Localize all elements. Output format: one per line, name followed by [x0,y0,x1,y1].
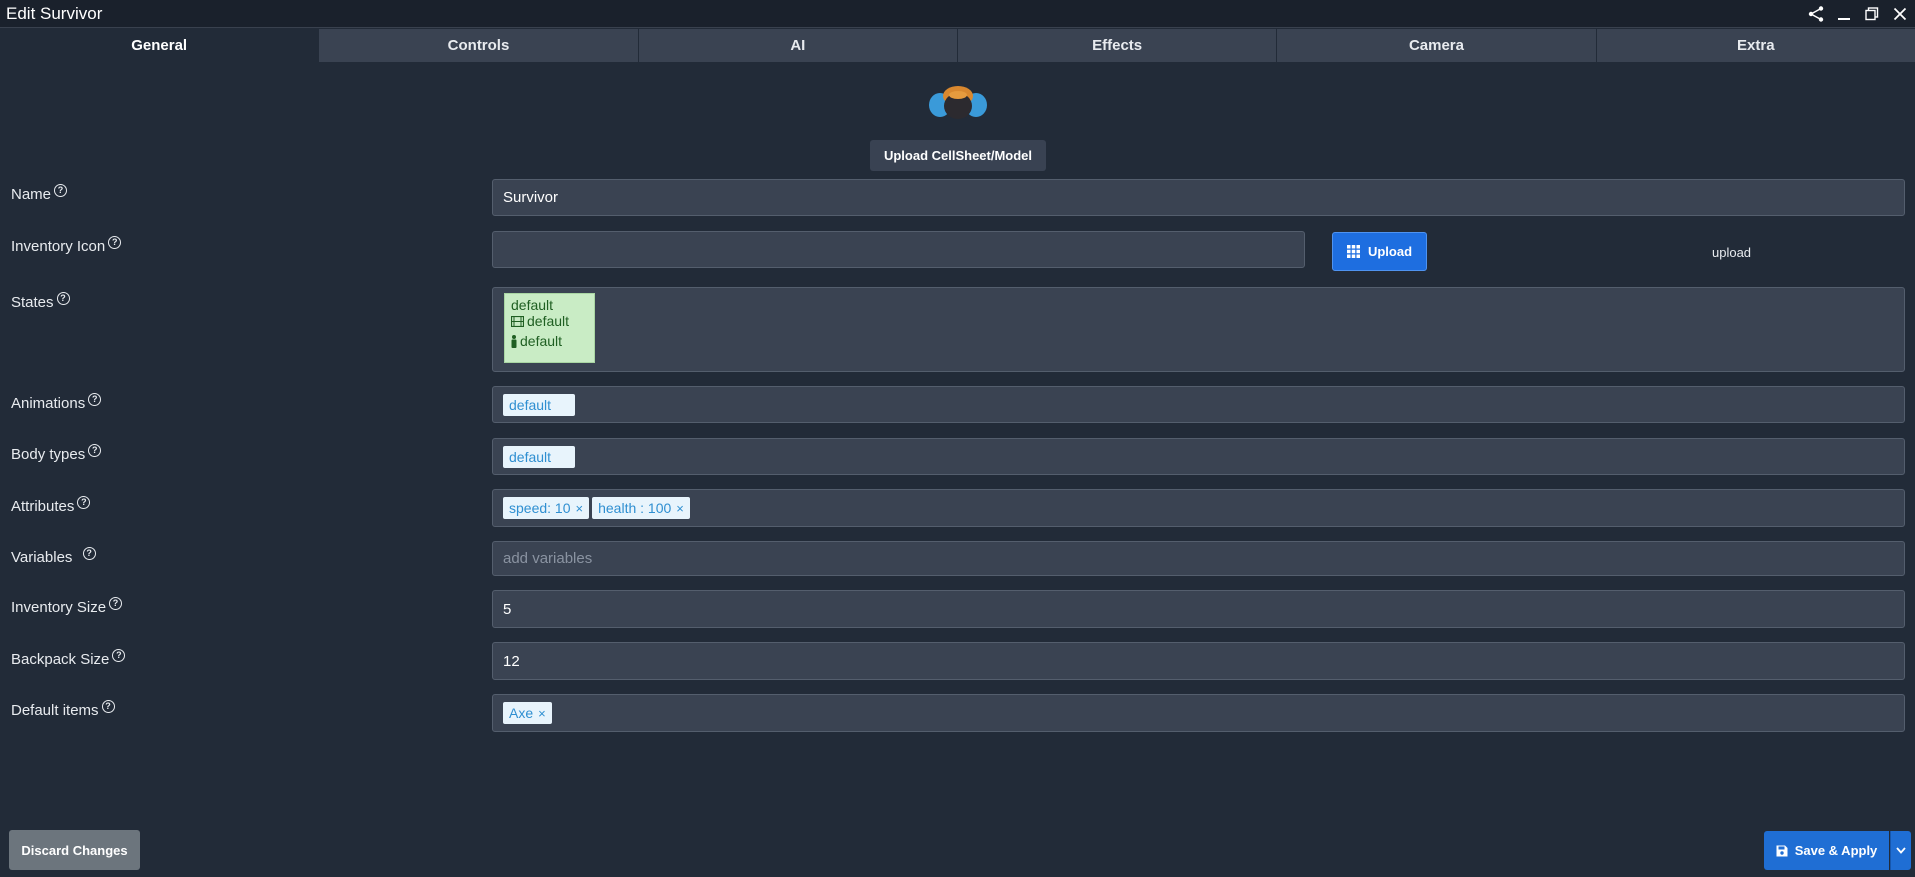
remove-icon[interactable]: × [538,706,546,721]
save-label: Save & Apply [1794,843,1878,858]
states-field[interactable]: default default default [492,287,1905,372]
help-icon[interactable]: ? [88,392,102,406]
attributes-field[interactable]: speed: 10 × health : 100 × [492,489,1905,527]
variables-label: Variables ? [11,546,96,567]
remove-icon[interactable]: × [676,501,684,516]
animations-field[interactable]: default [492,386,1905,423]
inventory-icon-field[interactable] [492,231,1305,268]
help-icon[interactable]: ? [56,291,70,305]
tab-camera[interactable]: Camera [1277,29,1597,62]
animation-chip[interactable]: default [503,393,575,416]
upload-label: Upload [1367,244,1413,259]
inventory-size-label: Inventory Size? [11,596,123,617]
film-icon [511,315,524,327]
save-options-dropdown[interactable] [1890,831,1911,870]
person-icon [511,334,517,348]
inventory-icon-label: Inventory Icon? [11,235,122,256]
backpack-size-input[interactable] [503,652,1904,670]
help-icon[interactable]: ? [109,596,123,610]
help-icon[interactable]: ? [101,699,115,713]
attributes-label: Attributes? [11,495,91,516]
backpack-size-label: Backpack Size? [11,648,126,669]
inventory-size-input[interactable] [503,600,1904,618]
states-label: States? [11,291,70,312]
survivor-avatar [928,84,988,124]
chevron-down-icon [1896,847,1906,854]
help-icon[interactable]: ? [54,183,68,197]
discard-changes-button[interactable]: Discard Changes [9,830,140,870]
attribute-chip[interactable]: speed: 10 × [503,497,590,519]
state-name: default [511,297,554,313]
window-title: Edit Survivor [6,3,103,23]
upload-cellsheet-button[interactable]: Upload CellSheet/Model [870,140,1046,171]
grid-icon [1346,245,1360,258]
body-types-field[interactable]: default [492,438,1905,475]
tab-general[interactable]: General [0,29,320,62]
tab-extra[interactable]: Extra [1596,29,1915,62]
backpack-size-field[interactable] [492,642,1905,680]
share-icon[interactable] [1805,3,1827,25]
name-input[interactable] [503,189,1904,206]
state-animation: default [527,313,570,329]
title-bar: Edit Survivor [0,0,1915,28]
maximize-icon[interactable] [1861,3,1883,25]
name-label: Name? [11,183,68,204]
help-icon[interactable]: ? [108,235,122,249]
variables-field[interactable] [492,541,1905,576]
save-apply-button[interactable]: Save & Apply [1764,831,1889,870]
close-icon[interactable] [1889,3,1911,25]
help-icon[interactable]: ? [88,443,102,457]
name-field[interactable] [492,179,1905,216]
attribute-chip[interactable]: health : 100 × [592,497,690,519]
upload-icon-button[interactable]: Upload [1332,232,1427,271]
tab-controls[interactable]: Controls [319,29,639,62]
default-items-label: Default items? [11,699,115,720]
tab-effects[interactable]: Effects [957,29,1278,62]
default-item-chip[interactable]: Axe × [503,702,552,724]
body-type-chip[interactable]: default [503,445,575,468]
default-items-field[interactable]: Axe × [492,694,1905,732]
help-icon[interactable]: ? [82,546,96,560]
variables-input[interactable] [503,550,1904,567]
tab-bar: General Controls AI Effects Camera Extra [0,29,1915,62]
animations-label: Animations? [11,392,102,413]
state-card[interactable]: default default default [504,293,595,363]
inventory-size-field[interactable] [492,590,1905,628]
save-icon [1776,845,1788,856]
window-controls [1805,3,1915,25]
help-icon[interactable]: ? [77,495,91,509]
body-types-label: Body types? [11,443,102,464]
inventory-icon-input[interactable] [503,241,1304,258]
help-icon[interactable]: ? [112,648,126,662]
tab-ai[interactable]: AI [638,29,958,62]
remove-icon[interactable]: × [576,501,584,516]
state-body-type: default [520,333,563,349]
inventory-icon-preview: upload [1712,245,1752,260]
minimize-icon[interactable] [1833,3,1855,25]
